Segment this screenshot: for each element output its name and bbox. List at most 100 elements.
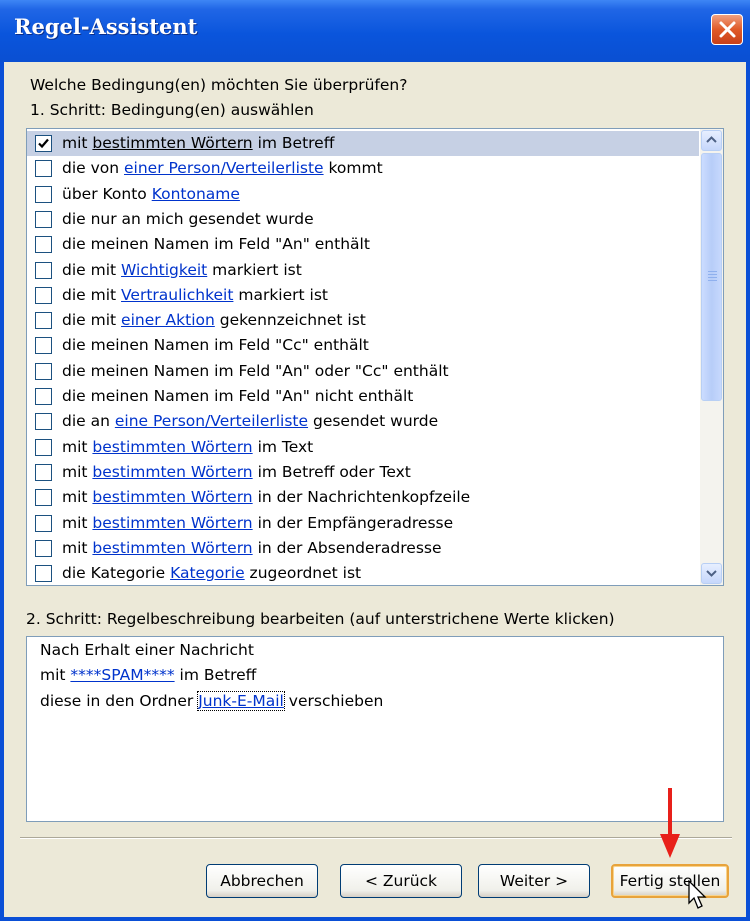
condition-value-link[interactable]: bestimmten Wörtern	[92, 514, 252, 532]
condition-text-part: im Betreff oder Text	[252, 462, 411, 481]
condition-checkbox[interactable]	[35, 185, 52, 203]
condition-text-part: im Betreff	[252, 134, 335, 152]
conditions-scrollbar[interactable]	[700, 129, 723, 585]
condition-text: die mit Wichtigkeit markiert ist	[62, 258, 302, 283]
condition-text: die meinen Namen im Feld "An" enthält	[62, 232, 370, 257]
condition-checkbox[interactable]	[35, 261, 52, 279]
condition-text-part: zugeordnet ist	[244, 564, 362, 583]
condition-checkbox[interactable]	[35, 337, 52, 355]
condition-checkbox[interactable]	[35, 463, 52, 481]
condition-row[interactable]: die mit Wichtigkeit markiert ist	[27, 258, 699, 283]
checkmark-icon	[38, 138, 49, 149]
condition-checkbox[interactable]	[35, 312, 52, 330]
condition-text-part: die meinen Namen im Feld "An" oder "Cc" …	[62, 361, 449, 380]
condition-row[interactable]: mit bestimmten Wörtern in der Nachrichte…	[27, 485, 699, 510]
condition-text-part: die nur an mich gesendet wurde	[62, 209, 314, 228]
condition-text: mit bestimmten Wörtern in der Nachrichte…	[62, 485, 470, 510]
condition-row[interactable]: mit bestimmten Wörtern in der Empfängera…	[27, 511, 699, 536]
condition-text: die mit Vertraulichkeit markiert ist	[62, 283, 328, 308]
condition-value-link[interactable]: Wichtigkeit	[121, 261, 207, 279]
conditions-list[interactable]: mit bestimmten Wörtern im Betreff die von…	[26, 128, 724, 586]
condition-value-link[interactable]: bestimmten Wörtern	[92, 488, 252, 506]
condition-value-link[interactable]: einer Aktion	[121, 311, 215, 329]
condition-checkbox[interactable]	[35, 362, 52, 380]
scroll-down-button[interactable]	[701, 563, 722, 584]
condition-row[interactable]: die Kategorie Kategorie zugeordnet ist	[27, 561, 699, 585]
prompt-text: Welche Bedingung(en) möchten Sie überprü…	[30, 76, 408, 94]
condition-checkbox[interactable]	[35, 413, 52, 431]
condition-text-part: in der Nachrichtenkopfzeile	[252, 488, 471, 507]
condition-value-link[interactable]: bestimmten Wörtern	[92, 134, 252, 152]
condition-text: die meinen Namen im Feld "An" nicht enth…	[62, 384, 413, 409]
scroll-grip-line	[708, 277, 717, 278]
condition-value-link[interactable]: Kategorie	[170, 564, 245, 582]
scroll-grip-line	[708, 271, 717, 272]
condition-text-part: in der Absenderadresse	[252, 538, 442, 557]
condition-row[interactable]: mit bestimmten Wörtern im Betreff oder T…	[27, 460, 699, 485]
condition-row[interactable]: die mit einer Aktion gekennzeichnet ist	[27, 308, 699, 333]
cancel-button[interactable]: Abbrechen	[206, 864, 318, 898]
condition-text: die von einer Person/Verteilerliste komm…	[62, 156, 383, 181]
condition-value-link[interactable]: bestimmten Wörtern	[92, 438, 252, 456]
condition-value-link[interactable]: eine Person/Verteilerliste	[115, 412, 308, 430]
description-text: im Betreff	[174, 666, 257, 684]
condition-row[interactable]: mit bestimmten Wörtern im Betreff	[27, 131, 699, 156]
condition-value-link[interactable]: einer Person/Verteilerliste	[124, 159, 324, 177]
description-line-2: mit ****SPAM**** im Betreff	[40, 666, 256, 684]
condition-row[interactable]: die meinen Namen im Feld "An" oder "Cc" …	[27, 359, 699, 384]
condition-checkbox[interactable]	[35, 135, 52, 152]
condition-text: mit bestimmten Wörtern im Betreff	[62, 131, 334, 156]
step2-label: 2. Schritt: Regelbeschreibung bearbeiten…	[26, 610, 615, 628]
condition-row[interactable]: über Konto Kontoname	[27, 182, 699, 207]
condition-text-part: die von	[62, 159, 125, 178]
condition-checkbox[interactable]	[35, 210, 52, 228]
condition-text-part: die mit	[62, 285, 122, 304]
condition-checkbox[interactable]	[35, 286, 52, 304]
spam-words-link[interactable]: ****SPAM****	[70, 666, 174, 684]
condition-checkbox[interactable]	[35, 438, 52, 456]
finish-button[interactable]: Fertig stellen	[611, 864, 729, 898]
description-text: diese in den Ordner	[40, 692, 199, 710]
condition-text-part: die mit	[62, 311, 122, 330]
scroll-thumb[interactable]	[701, 153, 722, 401]
condition-row[interactable]: die mit Vertraulichkeit markiert ist	[27, 283, 699, 308]
condition-row[interactable]: die meinen Namen im Feld "An" enthält	[27, 232, 699, 257]
condition-value-link[interactable]: bestimmten Wörtern	[92, 539, 252, 557]
condition-text-part: über Konto	[62, 184, 152, 203]
next-button[interactable]: Weiter >	[478, 864, 590, 898]
separator	[20, 837, 732, 839]
condition-checkbox[interactable]	[35, 539, 52, 557]
condition-value-link[interactable]: bestimmten Wörtern	[92, 463, 252, 481]
mouse-pointer-icon	[688, 880, 707, 909]
scroll-grip-line	[708, 274, 717, 275]
condition-text-part: in der Empfängeradresse	[252, 513, 454, 532]
description-text: mit	[40, 666, 71, 684]
condition-row[interactable]: die an eine Person/Verteilerliste gesend…	[27, 409, 699, 434]
condition-row[interactable]: die nur an mich gesendet wurde	[27, 207, 699, 232]
condition-checkbox[interactable]	[35, 160, 52, 178]
condition-row[interactable]: mit bestimmten Wörtern im Text	[27, 435, 699, 460]
condition-checkbox[interactable]	[35, 236, 52, 254]
junk-folder-link[interactable]: Junk-E-Mail	[197, 691, 285, 711]
condition-value-link[interactable]: Vertraulichkeit	[121, 286, 233, 304]
condition-checkbox[interactable]	[35, 565, 52, 583]
condition-text-part: die meinen Namen im Feld "An" nicht enth…	[62, 387, 414, 405]
title-bar[interactable]: Regel-Assistent	[0, 0, 750, 62]
step1-label: 1. Schritt: Bedingung(en) auswählen	[30, 101, 314, 119]
condition-row[interactable]: die meinen Namen im Feld "Cc" enthält	[27, 333, 699, 358]
rule-description-box: Nach Erhalt einer Nachricht mit ****SPAM…	[26, 636, 724, 822]
condition-checkbox[interactable]	[35, 489, 52, 507]
condition-text: die Kategorie Kategorie zugeordnet ist	[62, 561, 362, 585]
back-button[interactable]: < Zurück	[340, 864, 462, 898]
close-button[interactable]	[711, 14, 743, 45]
description-line-3: diese in den Ordner Junk-E-Mail verschie…	[40, 691, 383, 711]
condition-row[interactable]: die meinen Namen im Feld "An" nicht enth…	[27, 384, 699, 409]
condition-text-part: mit	[62, 134, 93, 152]
condition-row[interactable]: die von einer Person/Verteilerliste komm…	[27, 156, 699, 181]
condition-row[interactable]: mit bestimmten Wörtern in der Absenderad…	[27, 536, 699, 561]
condition-text-part: im Text	[252, 437, 314, 456]
scroll-up-button[interactable]	[701, 130, 722, 151]
condition-value-link[interactable]: Kontoname	[152, 185, 240, 203]
condition-checkbox[interactable]	[35, 514, 52, 532]
condition-checkbox[interactable]	[35, 388, 52, 405]
